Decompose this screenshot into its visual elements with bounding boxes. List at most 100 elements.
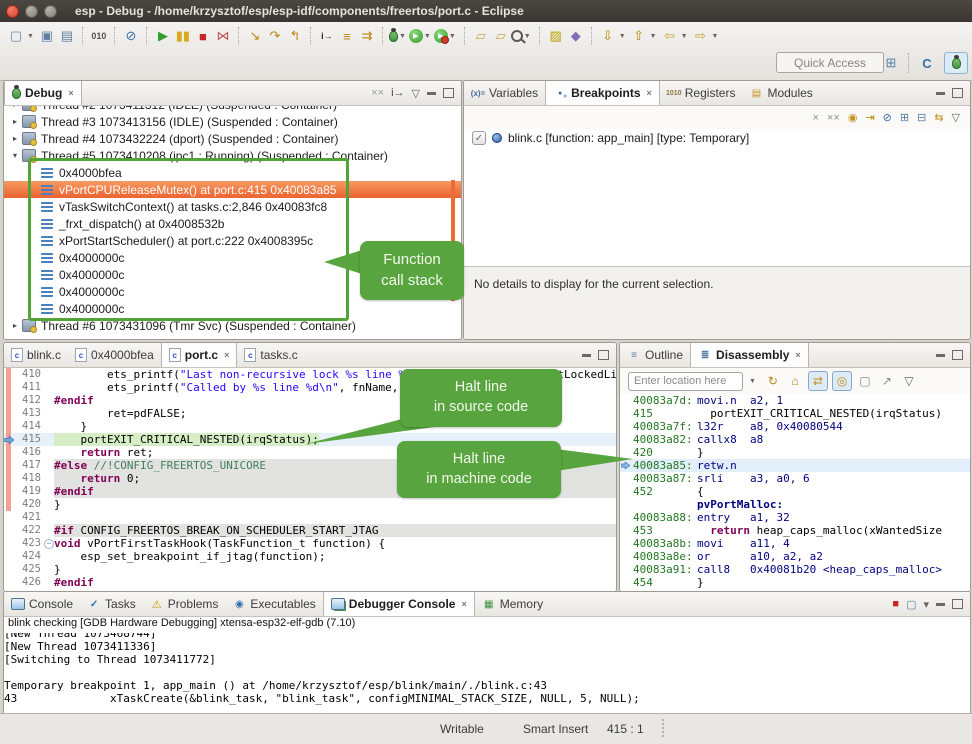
debug-perspective-icon[interactable] — [944, 52, 968, 74]
collapse-all-icon[interactable]: ⊟ — [917, 111, 926, 124]
console-menu-icon[interactable]: ▾ — [923, 598, 929, 611]
editor-tab-tasks-c[interactable]: tasks.c — [237, 343, 304, 367]
search-dropdown-icon[interactable]: ▼ — [524, 33, 531, 40]
chevron-right-icon[interactable]: ▸ — [10, 321, 20, 330]
save-all-icon[interactable]: ▤ — [58, 26, 76, 46]
resume-icon[interactable]: ▶ — [154, 26, 172, 46]
expand-all-icon[interactable]: ⊞ — [900, 111, 909, 124]
close-tab-icon[interactable]: × — [647, 88, 652, 98]
disassembly-line[interactable]: 40083a8e:or a10, a2, a2 — [620, 550, 970, 563]
debug-dropdown-icon[interactable]: ▼ — [399, 33, 406, 40]
editor-tab-0x4000bfea[interactable]: 0x4000bfea — [68, 343, 161, 367]
run-dropdown-icon[interactable]: ▼ — [424, 33, 431, 40]
minimize-view-icon[interactable] — [427, 92, 436, 95]
bottom-tab-debugger-console[interactable]: Debugger Console× — [323, 592, 475, 616]
code-line-422[interactable]: 422#if CONFIG_FREERTOS_BREAK_ON_SCHEDULE… — [4, 524, 616, 537]
stack-frame-row[interactable]: vPortCPUReleaseMutex() at port.c:415 0x4… — [4, 181, 461, 198]
track-pc-icon[interactable]: ◎ — [832, 371, 852, 391]
minimize-view-icon[interactable] — [582, 354, 591, 357]
close-tab-icon[interactable]: × — [68, 88, 73, 98]
minimize-view-icon[interactable] — [936, 92, 945, 95]
step-filters-icon[interactable]: ⇉ — [358, 26, 376, 46]
window-maximize-button[interactable] — [44, 5, 57, 18]
chevron-down-icon[interactable]: ▾ — [10, 151, 20, 160]
debug-launch-tree[interactable]: ▸Thread #2 1073411312 (IDLE) (Suspended … — [4, 106, 461, 339]
code-line-420[interactable]: 420} — [4, 498, 616, 511]
home-icon[interactable]: ⌂ — [786, 372, 804, 390]
disassembly-line[interactable]: 40083a85:retw.n — [620, 459, 970, 472]
chevron-right-icon[interactable]: ▸ — [10, 117, 20, 126]
debug-icon[interactable] — [389, 31, 398, 42]
view-menu-icon[interactable]: ▽ — [900, 372, 918, 390]
remove-breakpoint-icon[interactable]: × — [813, 112, 819, 124]
show-breakpoints-for-icon[interactable]: ◉ — [848, 111, 858, 124]
refresh-icon[interactable]: ↻ — [764, 372, 782, 390]
window-minimize-button[interactable] — [25, 5, 38, 18]
new-dropdown-icon[interactable]: ▼ — [27, 33, 34, 40]
chevron-right-icon[interactable]: ▸ — [10, 106, 20, 109]
show-source-icon[interactable]: ≡ — [338, 26, 356, 46]
stack-frame-row[interactable]: _frxt_dispatch() at 0x4008532b — [4, 215, 461, 232]
instruction-stepping-mode-icon[interactable]: i→ — [391, 87, 404, 99]
code-line-425[interactable]: 425} — [4, 563, 616, 576]
debug-thread-row[interactable]: ▸Thread #2 1073411312 (IDLE) (Suspended … — [4, 106, 461, 113]
terminate-icon[interactable]: ■ — [892, 598, 899, 610]
link-with-debug-icon[interactable]: ⇆ — [934, 111, 943, 124]
disassembly-line[interactable]: 420} — [620, 446, 970, 459]
stack-frame-row[interactable]: 0x4000bfea — [4, 164, 461, 181]
maximize-view-icon[interactable] — [952, 350, 963, 360]
close-tab-icon[interactable]: × — [461, 599, 466, 609]
close-tab-icon[interactable]: × — [224, 350, 229, 360]
mark-occurrences-icon[interactable]: ▨ — [547, 26, 565, 46]
next-annotation-icon[interactable]: ⇧ — [630, 26, 648, 46]
disassembly-line[interactable]: 415 portEXIT_CRITICAL_NESTED(irqStatus) — [620, 407, 970, 420]
new-icon[interactable]: ▢ — [7, 26, 25, 46]
stack-frame-row[interactable]: vTaskSwitchContext() at tasks.c:2,846 0x… — [4, 198, 461, 215]
binary-icon[interactable]: 010 — [90, 26, 108, 46]
debug-tab-debug[interactable]: Debug× — [4, 81, 82, 105]
suspend-icon[interactable]: ▮▮ — [174, 26, 192, 46]
display-selected-console-icon[interactable]: ▢ — [906, 598, 916, 611]
open-resource-icon[interactable]: ▱ — [492, 26, 510, 46]
bottom-tab-problems[interactable]: Problems — [143, 592, 226, 616]
forward-dropdown-icon[interactable]: ▼ — [712, 33, 719, 40]
minimize-view-icon[interactable] — [936, 354, 945, 357]
last-edit-location-dropdown-icon[interactable]: ▼ — [619, 33, 626, 40]
pin-view-icon[interactable]: ↗ — [878, 372, 896, 390]
minimize-view-icon[interactable] — [936, 603, 945, 606]
bottom-tab-console[interactable]: Console — [4, 592, 80, 616]
top-right-tab-modules[interactable]: Modules — [742, 81, 819, 105]
step-into-icon[interactable]: ↘ — [246, 26, 264, 46]
maximize-view-icon[interactable] — [598, 350, 609, 360]
breakpoint-checkbox[interactable]: ✓ — [472, 131, 486, 145]
code-line-424[interactable]: 424 esp_set_breakpoint_if_jtag(function)… — [4, 550, 616, 563]
sync-selection-icon[interactable]: ⇄ — [808, 371, 828, 391]
goto-breakpoint-file-icon[interactable]: ⇥ — [865, 111, 874, 124]
code-line-426[interactable]: 426#endif — [4, 576, 616, 589]
debug-thread-row[interactable]: ▸Thread #4 1073432224 (dport) (Suspended… — [4, 130, 461, 147]
disconnect-icon[interactable]: ⋈ — [214, 26, 232, 46]
chevron-right-icon[interactable]: ▸ — [10, 134, 20, 143]
remove-all-terminated-icon[interactable]: ×× — [371, 87, 384, 99]
maximize-view-icon[interactable] — [952, 599, 963, 609]
quick-access-field[interactable]: Quick Access — [776, 52, 884, 73]
forward-icon[interactable]: ⇨ — [692, 26, 710, 46]
back-dropdown-icon[interactable]: ▼ — [681, 33, 688, 40]
open-type-icon[interactable]: ▱ — [472, 26, 490, 46]
run-icon[interactable]: ▶ — [409, 29, 423, 43]
bottom-tab-executables[interactable]: Executables — [225, 592, 322, 616]
next-annotation-dropdown-icon[interactable]: ▼ — [650, 33, 657, 40]
skip-all-breakpoints-icon[interactable]: ⊘ — [883, 111, 892, 124]
breakpoints-list[interactable]: ✓blink.c [function: app_main] [type: Tem… — [464, 129, 970, 266]
external-tools-dropdown-icon[interactable]: ▼ — [449, 33, 456, 40]
stack-frame-row[interactable]: 0x4000000c — [4, 300, 461, 317]
view-menu-icon[interactable]: ▽ — [412, 87, 420, 100]
breakpoint-row[interactable]: ✓blink.c [function: app_main] [type: Tem… — [464, 129, 970, 147]
location-input[interactable]: Enter location here — [628, 372, 743, 391]
code-line-421[interactable]: 421 — [4, 511, 616, 524]
new-view-icon[interactable]: ▢ — [856, 372, 874, 390]
step-return-icon[interactable]: ↰ — [286, 26, 304, 46]
disassembly-listing[interactable]: 40083a7d:movi.n a2, 1415 portEXIT_CRITIC… — [620, 394, 970, 591]
back-icon[interactable]: ⇦ — [661, 26, 679, 46]
top-right-tab-registers[interactable]: Registers — [660, 81, 743, 105]
